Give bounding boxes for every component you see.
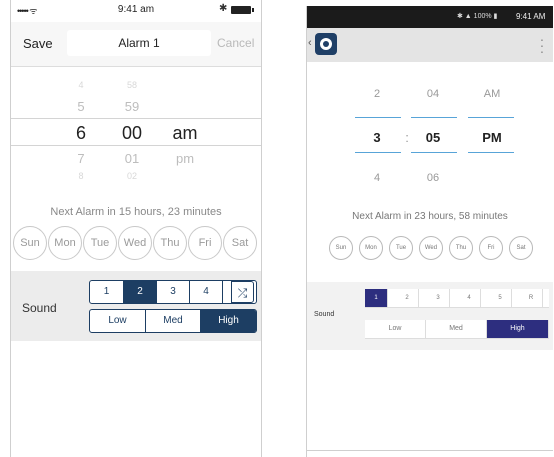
tone-option-2[interactable]: 2 xyxy=(123,281,156,303)
volume-selector: Low Med High xyxy=(89,309,257,333)
tone-option-5[interactable]: 5 xyxy=(489,289,512,307)
day-toggle-sun[interactable]: Sun xyxy=(13,226,47,260)
tone-option-3[interactable]: 3 xyxy=(427,289,450,307)
volume-med[interactable]: Med xyxy=(426,320,487,338)
day-toggle-fri[interactable]: Fri xyxy=(188,226,222,260)
sound-label: Sound xyxy=(314,311,335,318)
screen-bottom-border xyxy=(307,450,553,451)
sound-panel: Sound 1 2 3 4 5 Low Med High xyxy=(11,271,261,341)
day-toggle-tue[interactable]: Tue xyxy=(389,236,413,260)
ios-status-bar: ••••• ᯤ 9:41 am ✱ xyxy=(11,0,261,22)
overflow-menu-icon[interactable]: · · · xyxy=(538,32,546,58)
tone-option-3[interactable]: 3 xyxy=(156,281,189,303)
tone-option-2[interactable]: 2 xyxy=(396,289,419,307)
picker-hour[interactable]: 8 xyxy=(56,171,106,181)
time-picker[interactable]: 4 5 6 7 8 58 59 00 01 02 am pm xyxy=(11,75,261,185)
picker-line-top-minute xyxy=(411,117,457,118)
picker-minute-selected[interactable]: 05 xyxy=(408,130,458,145)
picker-minute[interactable]: 59 xyxy=(107,99,157,114)
picker-hour-selected[interactable]: 6 xyxy=(56,123,106,144)
volume-high[interactable]: High xyxy=(200,310,256,332)
battery-icon xyxy=(231,6,254,14)
day-toggle-wed[interactable]: Wed xyxy=(118,226,152,260)
action-bar: ‹ · · · xyxy=(307,28,553,62)
back-chevron-icon[interactable]: ‹ xyxy=(308,37,312,49)
tone-option-1[interactable]: 1 xyxy=(90,281,123,303)
volume-med[interactable]: Med xyxy=(145,310,200,332)
day-toggle-fri[interactable]: Fri xyxy=(479,236,503,260)
picker-line-bottom-hour xyxy=(355,152,401,153)
android-status-bar: ✱ ▲ 100% ▮ 9:41 AM xyxy=(307,6,553,28)
picker-selection-bottom-line xyxy=(11,145,261,146)
tone-option-4[interactable]: 4 xyxy=(458,289,481,307)
picker-line-bottom-meridiem xyxy=(468,152,514,153)
picker-hour[interactable]: 4 xyxy=(352,172,402,184)
alarm-name-field[interactable]: Alarm 1 xyxy=(67,30,211,56)
picker-line-top-hour xyxy=(355,117,401,118)
volume-low[interactable]: Low xyxy=(90,310,145,332)
save-button[interactable]: Save xyxy=(23,36,53,51)
volume-high[interactable]: High xyxy=(487,320,549,338)
sound-label: Sound xyxy=(22,301,57,315)
tone-option-4[interactable]: 4 xyxy=(189,281,222,303)
next-alarm-text: Next Alarm in 15 hours, 23 minutes xyxy=(50,206,222,218)
picker-line-top-meridiem xyxy=(468,117,514,118)
picker-meridiem-selected[interactable]: PM xyxy=(467,130,517,145)
shuffle-icon[interactable]: ⤮ xyxy=(231,281,254,303)
picker-minute[interactable]: 58 xyxy=(107,80,157,90)
day-toggle-mon[interactable]: Mon xyxy=(48,226,82,260)
picker-hour[interactable]: 7 xyxy=(56,151,106,166)
day-toggle-sun[interactable]: Sun xyxy=(329,236,353,260)
picker-minute[interactable]: 01 xyxy=(107,151,157,166)
tone-selector: 1 2 3 4 5 R xyxy=(365,289,549,308)
day-toggle-sat[interactable]: Sat xyxy=(509,236,533,260)
picker-minute[interactable]: 02 xyxy=(107,171,157,181)
android-alarm-screen: ✱ ▲ 100% ▮ 9:41 AM ‹ · · · 2 04 AM 3 : 05 … xyxy=(306,6,553,457)
picker-hour[interactable]: 4 xyxy=(56,80,106,90)
picker-minute[interactable]: 04 xyxy=(408,88,458,100)
day-toggle-thu[interactable]: Thu xyxy=(449,236,473,260)
picker-minute-selected[interactable]: 00 xyxy=(107,123,157,144)
picker-selection-top-line xyxy=(11,118,261,119)
status-time: 9:41 AM xyxy=(516,12,546,21)
picker-minute[interactable]: 06 xyxy=(408,172,458,184)
app-icon[interactable] xyxy=(315,33,337,55)
ios-alarm-screen: ••••• ᯤ 9:41 am ✱ Save Alarm 1 Cancel 4 … xyxy=(10,0,262,457)
picker-hour[interactable]: 5 xyxy=(56,99,106,114)
day-toggle-sat[interactable]: Sat xyxy=(223,226,257,260)
tone-option-1[interactable]: 1 xyxy=(365,289,388,307)
picker-meridiem-selected[interactable]: am xyxy=(160,123,210,144)
volume-selector: Low Med High xyxy=(365,320,549,339)
picker-hour[interactable]: 2 xyxy=(352,88,402,100)
day-toggle-tue[interactable]: Tue xyxy=(83,226,117,260)
picker-meridiem[interactable]: pm xyxy=(160,151,210,166)
status-icons: ✱ ▲ 100% ▮ xyxy=(457,13,498,20)
volume-low[interactable]: Low xyxy=(365,320,426,338)
day-toggle-mon[interactable]: Mon xyxy=(359,236,383,260)
picker-line-bottom-minute xyxy=(411,152,457,153)
day-toggle-thu[interactable]: Thu xyxy=(153,226,187,260)
next-alarm-text: Next Alarm in 23 hours, 58 minutes xyxy=(352,211,508,222)
tone-option-random[interactable]: R xyxy=(520,289,543,307)
sound-panel: Sound 1 2 3 4 5 R Low Med High xyxy=(307,282,553,350)
weekday-selector: Sun Mon Tue Wed Thu Fri Sat xyxy=(13,225,259,261)
day-toggle-wed[interactable]: Wed xyxy=(419,236,443,260)
bluetooth-icon: ✱ xyxy=(219,3,228,14)
picker-meridiem[interactable]: AM xyxy=(467,88,517,100)
cancel-button[interactable]: Cancel xyxy=(217,36,254,50)
ios-nav-bar: Save Alarm 1 Cancel xyxy=(11,22,261,67)
